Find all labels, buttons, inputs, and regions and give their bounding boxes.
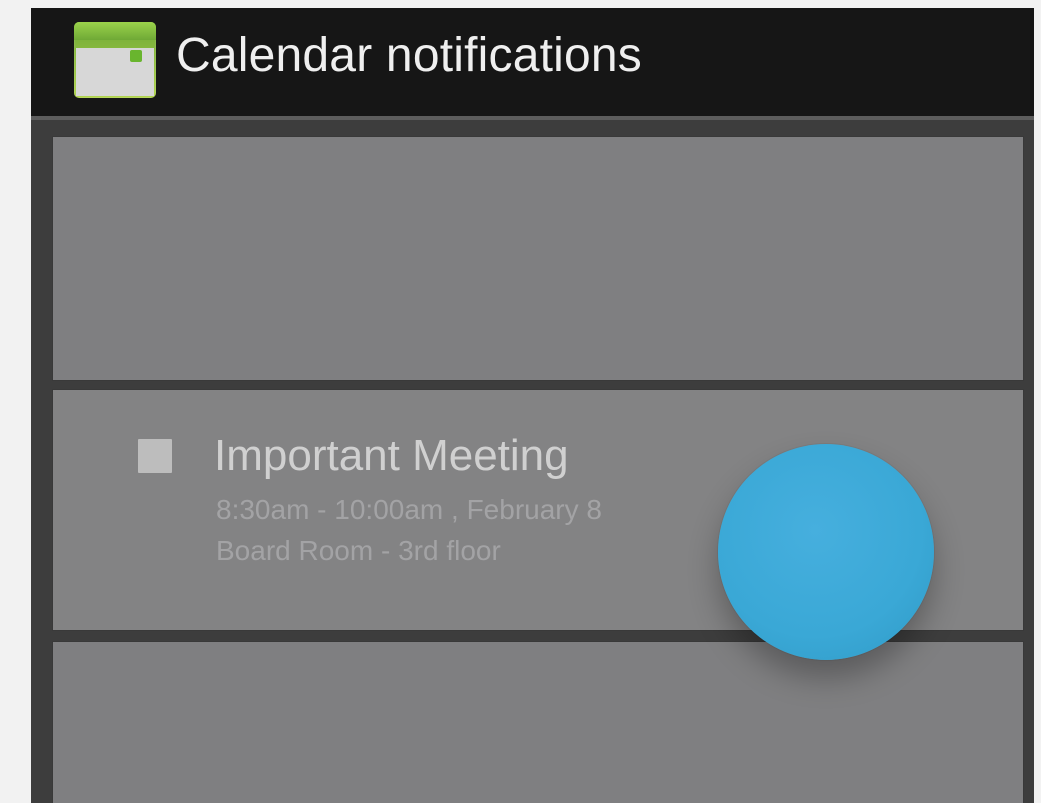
event-title: Important Meeting	[214, 431, 569, 480]
calendar-icon	[74, 22, 156, 98]
page-title: Calendar notifications	[176, 29, 643, 82]
calendar-check	[130, 50, 142, 62]
app-header: Calendar notifications	[31, 8, 1034, 120]
event-checkbox[interactable]	[138, 439, 172, 473]
calendar-page	[76, 48, 154, 96]
notification-card-empty-1[interactable]	[53, 137, 1023, 380]
notification-card-empty-2[interactable]	[53, 642, 1023, 803]
event-location: Board Room - 3rd floor	[216, 535, 501, 566]
notifications-screen: Calendar notifications Important Meeting…	[31, 8, 1034, 803]
event-time: 8:30am - 10:00am , February 8	[216, 494, 602, 525]
touch-indicator	[718, 444, 934, 660]
